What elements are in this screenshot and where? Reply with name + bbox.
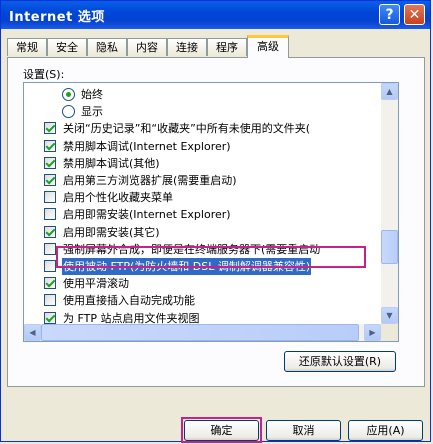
checkbox[interactable]	[44, 208, 56, 221]
tab-general[interactable]: 常规	[7, 38, 47, 56]
radio-button[interactable]	[62, 88, 75, 101]
help-button[interactable]: ?	[379, 4, 400, 25]
restore-defaults-button[interactable]: 还原默认设置(R)	[284, 351, 396, 372]
setting-label: 启用即需安装(Internet Explorer)	[63, 208, 231, 222]
checkbox[interactable]	[44, 277, 56, 290]
setting-label: 启用第三方浏览器扩展(需要重启动)	[63, 174, 237, 187]
ok-button[interactable]: 确定	[184, 420, 259, 441]
horizontal-scrollbar[interactable]: ◀ ▶	[24, 324, 381, 341]
scroll-corner	[381, 324, 398, 341]
setting-label: 启用即需安装(其它)	[63, 225, 160, 239]
checkbox[interactable]	[44, 260, 56, 272]
checkbox[interactable]	[44, 174, 56, 186]
cancel-button[interactable]: 取消	[266, 420, 341, 441]
tab-content[interactable]: 内容	[127, 38, 167, 56]
setting-label: 启用个性化收藏夹菜单	[63, 191, 173, 205]
setting-label: 使用平滑滚动	[63, 277, 129, 291]
apply-button[interactable]: 应用(A)	[348, 420, 423, 441]
setting-label: 显示	[81, 105, 103, 119]
tab-security[interactable]: 安全	[47, 38, 87, 56]
checkbox[interactable]	[44, 139, 56, 152]
checkbox[interactable]	[44, 122, 56, 135]
scroll-left-button[interactable]: ◀	[24, 324, 41, 341]
setting-label: 使用直接插入自动完成功能	[63, 294, 195, 308]
vertical-scrollbar[interactable]: ▲ ▼	[381, 83, 398, 324]
setting-label: 禁用脚本调试(其他)	[63, 156, 160, 170]
internet-options-dialog: Internet 选项 ? ✕ 常规 安全 隐私 内容 连接 程序 高级 设置(…	[0, 0, 431, 443]
window-title: Internet 选项	[9, 10, 105, 25]
tab-programs[interactable]: 程序	[207, 38, 247, 56]
tab-connections[interactable]: 连接	[167, 38, 207, 56]
scroll-up-button[interactable]: ▲	[381, 83, 398, 100]
setting-label: 始终	[81, 88, 103, 101]
vertical-scroll-thumb[interactable]	[381, 230, 398, 264]
tab-advanced[interactable]: 高级	[247, 35, 289, 58]
setting-label: 禁用脚本调试(Internet Explorer)	[63, 139, 231, 153]
radio-button[interactable]	[62, 105, 75, 119]
checkbox[interactable]	[44, 225, 56, 238]
scroll-right-button[interactable]: ▶	[364, 324, 381, 341]
checkbox[interactable]	[44, 191, 56, 204]
setting-label: 关闭“历史记录”和“收藏夹”中所有未使用的文件夹(	[63, 122, 311, 136]
tab-privacy[interactable]: 隐私	[87, 38, 127, 56]
checkbox[interactable]	[44, 294, 56, 307]
checkbox[interactable]	[44, 156, 56, 169]
highlight-frame	[56, 246, 366, 268]
settings-list[interactable]: 始终显示关闭“历史记录”和“收藏夹”中所有未使用的文件夹( 禁用脚本调试(Inte…	[23, 82, 399, 342]
scroll-down-button[interactable]: ▼	[381, 307, 398, 324]
checkbox[interactable]	[44, 242, 56, 255]
horizontal-scroll-thumb[interactable]	[41, 324, 359, 341]
advanced-panel: 设置(S): 始终显示关闭“历史记录”和“收藏夹”中所有未使用的文件夹( 禁用脚本…	[7, 57, 425, 387]
title-bar[interactable]: Internet 选项 ? ✕	[1, 1, 430, 29]
close-button[interactable]: ✕	[404, 4, 425, 25]
checkbox[interactable]	[44, 311, 56, 324]
settings-label: 设置(S):	[23, 68, 65, 81]
